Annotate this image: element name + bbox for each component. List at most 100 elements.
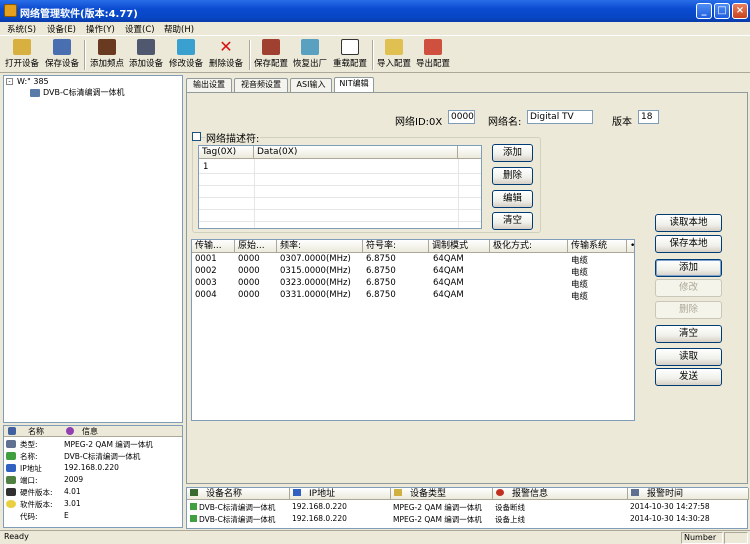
device-add-icon xyxy=(137,39,155,55)
alarm-log[interactable]: 设备名称 IP地址 设备类型 报警信息 报警时间 DVB-C标清编调一体机 192… xyxy=(186,487,749,529)
open-device-button[interactable]: 打开设备 xyxy=(3,38,41,72)
maximize-button[interactable]: □ xyxy=(714,3,730,19)
log-col-device-name[interactable]: 设备名称 xyxy=(187,488,290,500)
num-lock-indicator: Number xyxy=(681,532,723,544)
log-col-time[interactable]: 报警时间 xyxy=(628,488,749,500)
desc-add-button[interactable]: 添加 xyxy=(492,144,533,162)
folder-icon xyxy=(13,39,31,55)
log-row[interactable]: DVB-C标清编调一体机 192.168.0.220 MPEG-2 QAM 编调一体… xyxy=(187,514,747,525)
col-more[interactable]: • xyxy=(627,240,634,253)
delete-x-icon: ✕ xyxy=(219,37,233,56)
col-symbol-rate[interactable]: 符号率: xyxy=(363,240,429,253)
delete-stream-button[interactable]: 删除 xyxy=(655,301,722,319)
tree-collapse-toggle[interactable]: - xyxy=(6,78,13,85)
table-row[interactable]: 0004 0000 0331.0000(MHz) 6.8750 64QAM 电缆 xyxy=(192,290,634,302)
network-name-label: 网络名: xyxy=(488,117,522,128)
desc-edit-button[interactable]: 编辑 xyxy=(492,190,533,208)
save-local-button[interactable]: 保存本地 xyxy=(655,235,722,253)
desc-row-tag[interactable]: 1 xyxy=(203,162,208,172)
device-header-icon xyxy=(190,489,198,496)
export-icon xyxy=(424,39,442,55)
stream-table[interactable]: 传输... 原始... 频率: 符号率: 调制模式 极化方式: 传输系统 • 0… xyxy=(191,239,635,421)
hardware-icon xyxy=(6,488,16,496)
desc-col-data[interactable]: Data(0X) xyxy=(254,146,458,159)
send-button[interactable]: 发送 xyxy=(655,368,722,386)
export-config-button[interactable]: 导出配置 xyxy=(414,38,452,72)
add-device-button[interactable]: 添加设备 xyxy=(127,38,165,72)
menu-system[interactable]: 系统(S) xyxy=(7,23,36,35)
col-system[interactable]: 传输系统 xyxy=(568,240,627,253)
menu-bar: 系统(S) 设备(E) 操作(Y) 设置(C) 帮助(H) xyxy=(0,22,750,35)
col-polarization[interactable]: 极化方式: xyxy=(490,240,568,253)
reload-config-button[interactable]: 重载配置 xyxy=(331,38,369,72)
read-local-button[interactable]: 读取本地 xyxy=(655,214,722,232)
modify-stream-button[interactable]: 修改 xyxy=(655,279,722,297)
desc-col-tag[interactable]: Tag(0X) xyxy=(199,146,254,159)
add-frequency-button[interactable]: 添加频点 xyxy=(88,38,126,72)
title-bar[interactable]: 网络管理软件(版本:4.77) _ □ × xyxy=(0,0,750,22)
import-config-button[interactable]: 导入配置 xyxy=(375,38,413,72)
info-col-info: 信息 xyxy=(82,427,98,436)
clear-stream-button[interactable]: 清空 xyxy=(655,325,722,343)
bulb-icon xyxy=(6,500,16,508)
network-name-input[interactable]: Digital TV xyxy=(527,110,593,124)
device-info-panel: 名称 信息 类型: MPEG-2 QAM 编调一体机 名称: DVB-C标清编调一体… xyxy=(3,425,183,528)
table-row[interactable]: 0003 0000 0323.0000(MHz) 6.8750 64QAM 电缆 xyxy=(192,278,634,290)
tree-device-item[interactable]: DVB-C标清编调一体机 xyxy=(43,87,124,98)
descriptor-list[interactable]: Tag(0X) Data(0X) 1 xyxy=(198,145,482,229)
col-orig-id[interactable]: 原始... xyxy=(235,240,277,253)
device-icon xyxy=(30,89,40,97)
tab-av-settings[interactable]: 视音频设置 xyxy=(234,78,288,92)
log-row[interactable]: DVB-C标清编调一体机 192.168.0.220 MPEG-2 QAM 编调一体… xyxy=(187,502,747,513)
device-row-icon xyxy=(190,515,197,522)
save-icon xyxy=(53,39,71,55)
factory-reset-button[interactable]: 恢复出厂 xyxy=(291,38,329,72)
save-config-icon xyxy=(262,39,280,55)
tab-asi-input[interactable]: ASI输入 xyxy=(290,78,332,92)
network-id-input[interactable]: 0000 xyxy=(448,110,475,124)
toolbar-separator xyxy=(372,40,374,70)
col-modulation[interactable]: 调制模式 xyxy=(429,240,490,253)
table-row[interactable]: 0002 0000 0315.0000(MHz) 6.8750 64QAM 电缆 xyxy=(192,266,634,278)
time-header-icon xyxy=(631,489,639,496)
ip-icon xyxy=(6,464,16,472)
minimize-button[interactable]: _ xyxy=(696,3,712,19)
version-input[interactable]: 18 xyxy=(638,110,659,124)
name-icon xyxy=(6,452,16,460)
info-header-icon xyxy=(66,427,74,435)
menu-operate[interactable]: 操作(Y) xyxy=(86,23,115,35)
log-col-type[interactable]: 设备类型 xyxy=(391,488,493,500)
tab-nit-edit[interactable]: NIT编辑 xyxy=(334,77,374,93)
desc-col-filler xyxy=(458,146,481,159)
tab-output-settings[interactable]: 输出设置 xyxy=(186,78,232,92)
menu-settings[interactable]: 设置(C) xyxy=(125,23,155,35)
col-frequency[interactable]: 频率: xyxy=(277,240,363,253)
desc-delete-button[interactable]: 删除 xyxy=(492,167,533,185)
modify-device-button[interactable]: 修改设备 xyxy=(167,38,205,72)
menu-help[interactable]: 帮助(H) xyxy=(164,23,194,35)
grid-line xyxy=(199,185,481,186)
save-device-button[interactable]: 保存设备 xyxy=(43,38,81,72)
modify-icon xyxy=(177,39,195,55)
tree-root[interactable]: W:" 385 xyxy=(17,77,49,86)
descriptor-checkbox[interactable] xyxy=(192,132,201,141)
col-ts-id[interactable]: 传输... xyxy=(192,240,235,253)
desc-clear-button[interactable]: 清空 xyxy=(492,212,533,230)
descriptor-label: 网络描述符: xyxy=(205,130,261,145)
log-col-ip[interactable]: IP地址 xyxy=(290,488,391,500)
add-stream-button[interactable]: 添加 xyxy=(655,259,722,277)
read-button[interactable]: 读取 xyxy=(655,348,722,366)
log-col-alarm[interactable]: 报警信息 xyxy=(493,488,628,500)
close-button[interactable]: × xyxy=(732,3,748,19)
save-config-button[interactable]: 保存配置 xyxy=(252,38,290,72)
device-tree[interactable]: - W:" 385 DVB-C标清编调一体机 xyxy=(3,75,183,423)
type-header-icon xyxy=(394,489,402,496)
menu-device[interactable]: 设备(E) xyxy=(47,23,76,35)
frequency-icon xyxy=(98,39,116,55)
type-icon xyxy=(6,440,16,448)
grid-line xyxy=(199,197,481,198)
toolbar-separator xyxy=(249,40,251,70)
table-row[interactable]: 0001 0000 0307.0000(MHz) 6.8750 64QAM 电缆 xyxy=(192,254,634,266)
delete-device-button[interactable]: ✕ 删除设备 xyxy=(207,38,245,72)
version-label: 版本 xyxy=(612,117,632,128)
